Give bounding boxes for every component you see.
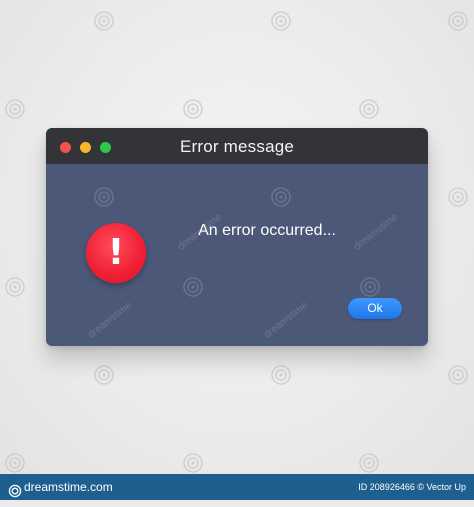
watermark-spiral-icon: [270, 364, 292, 386]
watermark-spiral-icon: [447, 10, 469, 32]
watermark-text: dreamstime: [86, 299, 134, 341]
watermark-spiral-icon: [182, 276, 204, 298]
watermark-spiral-icon: [447, 364, 469, 386]
dreamstime-spiral-icon: [8, 481, 22, 498]
watermark-text: dreamstime: [262, 299, 310, 341]
watermark-spiral-icon: [182, 452, 204, 474]
watermark-spiral-icon: [4, 276, 26, 298]
footer-brand-label: dreamstime.com: [24, 480, 113, 494]
watermark-spiral-icon: [359, 276, 381, 298]
watermark-spiral-icon: [182, 98, 204, 120]
watermark-spiral-icon: [270, 186, 292, 208]
footer-image-id: ID 208926466 © Vector Up: [358, 482, 466, 492]
watermark-spiral-icon: [4, 98, 26, 120]
watermark-spiral-icon: [93, 364, 115, 386]
ok-button[interactable]: Ok: [348, 298, 402, 319]
error-symbol: !: [107, 232, 125, 273]
error-message-text: An error occurred...: [198, 222, 336, 239]
watermark-spiral-icon: [270, 10, 292, 32]
dialog-title: Error message: [179, 137, 295, 156]
watermark-spiral-icon: [358, 98, 380, 120]
footer-brand: dreamstime.com: [8, 474, 113, 500]
watermark-spiral-icon: [93, 10, 115, 32]
watermark-spiral-icon: [4, 452, 26, 474]
watermark-spiral-icon: [93, 186, 115, 208]
watermark-spiral-icon: [358, 452, 380, 474]
watermark-spiral-icon: [447, 186, 469, 208]
watermark-footer-bar: dreamstime.com ID 208926466 © Vector Up: [0, 474, 474, 500]
title-bar: Error message: [46, 128, 428, 164]
error-exclamation-icon: !: [86, 223, 146, 283]
